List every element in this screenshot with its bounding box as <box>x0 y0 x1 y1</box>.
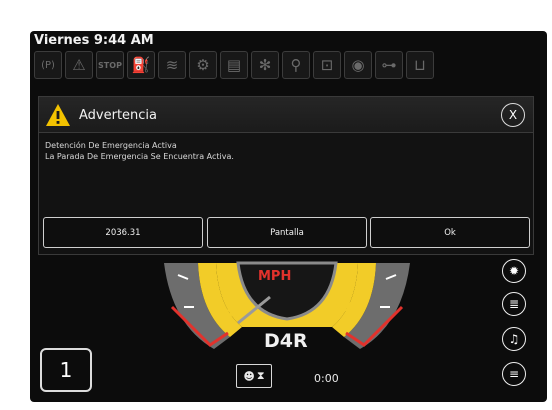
ok-button[interactable]: Ok <box>370 217 530 248</box>
message-line-1: Detención De Emergencia Activa <box>45 141 177 150</box>
hourglass-icon: ⧗ <box>256 369 265 382</box>
parking-brake-icon: (P) <box>34 51 62 79</box>
engine-icon: ⊡ <box>313 51 341 79</box>
transmission-filter-icon: ▤ <box>220 51 248 79</box>
headlight-icon: ≣ <box>508 297 520 311</box>
warning-dialog: Advertencia X Detención De Emergencia Ac… <box>38 96 534 255</box>
fuel-tank-icon: ⊔ <box>406 51 434 79</box>
coolant-level-icon: ≋ <box>158 51 186 79</box>
hydraulic-oil-icon: ⚲ <box>282 51 310 79</box>
warning-icon: ⚠ <box>65 51 93 79</box>
display-button[interactable]: Pantalla <box>207 217 367 248</box>
close-button[interactable]: X <box>501 103 525 127</box>
hydraulic-filter-icon: ⛽ <box>127 51 155 79</box>
date-time: Viernes 9:44 AM <box>34 33 154 48</box>
fuel-filter-icon: ⊶ <box>375 51 403 79</box>
transmission-icon: ⚙ <box>189 51 217 79</box>
cooling-fan-icon: ✻ <box>251 51 279 79</box>
dialog-title: Advertencia <box>79 108 158 123</box>
display-screen: Viernes 9:44 AM (P) ⚠ STOP ⛽ ≋ ⚙ ▤ ✻ ⚲ ⊡… <box>30 31 547 402</box>
speed-unit: MPH <box>258 269 292 284</box>
menu-icon: ≡ <box>508 367 520 381</box>
scale-max-label: 24 <box>332 301 352 317</box>
menu-button[interactable]: ≡ <box>502 362 526 386</box>
code-button[interactable]: 2036.31 <box>43 217 203 248</box>
warning-triangle-icon <box>46 104 70 126</box>
dialog-message: Detención De Emergencia Activa La Parada… <box>45 140 234 162</box>
oil-pressure-icon: ◉ <box>344 51 372 79</box>
music-button[interactable]: ♫ <box>502 327 526 351</box>
dialog-header: Advertencia X <box>39 97 533 133</box>
page-number-box[interactable]: 1 <box>40 348 92 392</box>
scale-min-label: 0 <box>223 308 233 324</box>
hourglass-timer-button[interactable]: ☻ ⧗ <box>236 364 272 388</box>
work-light-icon: ✹ <box>508 264 520 278</box>
work-light-button[interactable]: ✹ <box>502 259 526 283</box>
seat-person-icon: ☻ <box>243 369 255 383</box>
gear-indicator: D4R <box>264 330 308 352</box>
indicator-bar: (P) ⚠ STOP ⛽ ≋ ⚙ ▤ ✻ ⚲ ⊡ ◉ ⊶ ⊔ <box>34 51 434 79</box>
music-note-icon: ♫ <box>508 332 520 346</box>
stop-icon: STOP <box>96 51 124 79</box>
timer-value: 0:00 <box>314 372 339 385</box>
headlight-button[interactable]: ≣ <box>502 292 526 316</box>
message-line-2: La Parada De Emergencia Se Encuentra Act… <box>45 152 234 161</box>
